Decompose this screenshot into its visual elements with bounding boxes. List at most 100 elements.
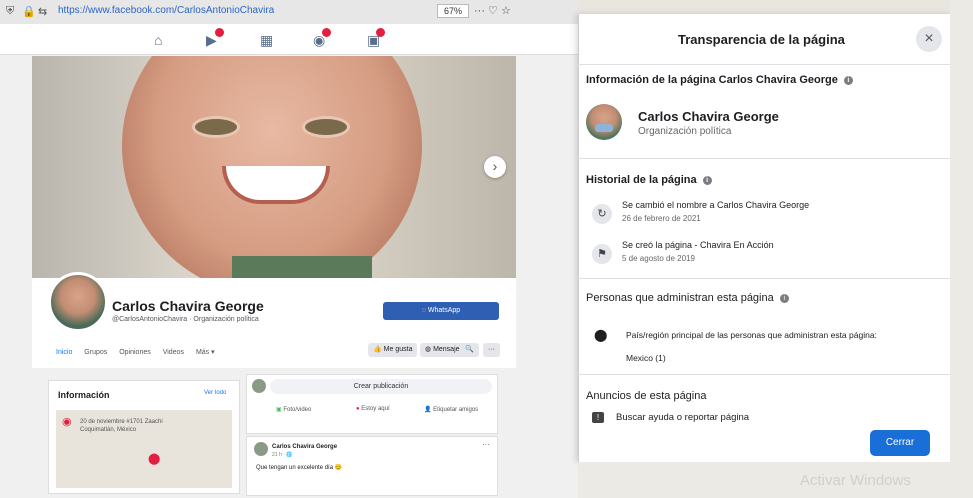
next-photo-button[interactable]: › <box>484 156 506 178</box>
create-post-input[interactable]: Crear publicación <box>270 379 492 394</box>
info-title: Información <box>58 390 110 400</box>
address-line1: 20 de noviembre #1701 Zaachi <box>80 419 163 425</box>
divider <box>578 158 950 159</box>
search-icon: 🔍 <box>465 346 474 353</box>
eye <box>192 116 240 138</box>
close-icon[interactable]: × <box>916 26 942 52</box>
tag-friends-icon: 👤 <box>424 407 434 413</box>
mouth <box>222 166 330 204</box>
tab-grupos[interactable]: Grupos <box>84 349 107 356</box>
page-info-heading-text: Información de la página Carlos Chavira … <box>586 74 838 86</box>
video-icon[interactable]: ▶ <box>206 28 224 49</box>
shirt <box>232 256 372 278</box>
tab-opiniones[interactable]: Opiniones <box>119 349 151 356</box>
page-info-heading: Información de la página Carlos Chavira … <box>586 74 853 86</box>
post-avatar <box>252 379 266 393</box>
admins-heading: Personas que administran esta página i <box>586 292 789 304</box>
more-icon: ··· <box>488 346 495 353</box>
facebook-nav: ⌂ ▶ ▦ ◉ ▣ <box>0 24 578 55</box>
message-label: Mensaje <box>433 346 460 353</box>
history-item-text: Se creó la página - Chavira En Acción <box>622 240 774 250</box>
url-bar[interactable]: ⛨ 🔒 ⇆ https://www.facebook.com/CarlosAnt… <box>0 0 578 25</box>
tab-mas[interactable]: Más ▾ <box>196 349 215 356</box>
like-button[interactable]: 👍 Me gusta <box>368 343 418 357</box>
marketplace-icon[interactable]: ▦ <box>260 32 273 49</box>
like-label: Me gusta <box>383 346 413 353</box>
face-mask <box>595 124 613 132</box>
tag-label: Etiquetar amigos <box>433 407 479 413</box>
url-text[interactable]: https://www.facebook.com/CarlosAntonioCh… <box>58 5 274 16</box>
message-button[interactable]: ◍ Mensaje <box>420 343 465 357</box>
page-category: Organización política <box>638 126 732 137</box>
thumbs-up-icon: 👍 <box>373 346 384 353</box>
address-line2: Coquimatlán, México <box>80 427 137 433</box>
divider <box>578 278 950 279</box>
whatsapp-label: WhatsApp <box>427 307 461 314</box>
location-icon: ◉ <box>62 416 72 428</box>
name-change-icon: ↻ <box>592 204 612 224</box>
eye <box>302 116 350 138</box>
gaming-icon[interactable]: ▣ <box>367 28 385 49</box>
divider <box>578 374 950 375</box>
notification-badge <box>215 28 224 37</box>
more-button[interactable]: ··· <box>483 343 500 357</box>
tab-videos[interactable]: Videos <box>163 349 184 356</box>
admins-heading-text: Personas que administran esta página <box>586 292 774 304</box>
search-button[interactable]: 🔍 <box>460 343 479 357</box>
page-name[interactable]: Carlos Chavira George <box>638 109 779 124</box>
feed-text: Que tengan un excelente día 😊 <box>256 465 343 471</box>
cover-photo[interactable]: › <box>32 56 516 278</box>
browser-tools[interactable]: ··· ♡ ☆ <box>474 4 511 17</box>
info-address: ◉ 20 de noviembre #1701 Zaachi Coquimatl… <box>62 417 163 434</box>
see-all-link[interactable]: Ver todo <box>204 390 226 396</box>
feed-avatar <box>254 442 268 456</box>
profile-subtitle: @CarlosAntonioChavira · Organización pol… <box>112 316 259 323</box>
report-link[interactable]: Buscar ayuda o reportar página <box>616 412 749 423</box>
location-label: Estoy aquí <box>361 406 390 412</box>
notification-badge <box>322 28 331 37</box>
dialog-title: Transparencia de la página <box>678 32 845 47</box>
map-pin-icon: ⬤ <box>148 453 161 465</box>
home-icon[interactable]: ⌂ <box>154 32 162 48</box>
notification-badge <box>376 28 385 37</box>
photo-video-button[interactable]: ▣ Foto/video <box>276 406 311 413</box>
profile-avatar[interactable] <box>48 272 108 332</box>
cerrar-button[interactable]: Cerrar <box>870 430 930 456</box>
history-heading: Historial de la página i <box>586 174 712 186</box>
location-pin-icon: ⬤ <box>594 328 608 342</box>
profile-name[interactable]: Carlos Chavira George <box>112 298 264 314</box>
history-item-date: 5 de agosto de 2019 <box>622 254 695 263</box>
divider <box>578 64 950 65</box>
info-icon[interactable]: i <box>779 294 789 303</box>
background-edge <box>950 0 973 498</box>
location-button[interactable]: ● Estoy aquí <box>356 406 390 412</box>
admins-text: País/región principal de las personas qu… <box>626 330 877 340</box>
windows-watermark: Activar Windows <box>800 472 911 489</box>
feed-time: 21 h · 🌐 <box>272 452 293 458</box>
page-avatar <box>586 104 622 140</box>
history-item-text: Se cambió el nombre a Carlos Chavira Geo… <box>622 200 810 210</box>
report-icon: ! <box>592 412 604 423</box>
zoom-level[interactable]: 67% <box>437 4 470 18</box>
info-icon[interactable]: i <box>702 176 712 185</box>
messenger-icon: ◍ <box>425 346 434 353</box>
permissions-icon: ⇆ <box>38 6 48 18</box>
info-icon[interactable]: i <box>843 76 853 85</box>
feed-author[interactable]: Carlos Chavira George <box>272 444 337 450</box>
cover-face <box>122 56 422 278</box>
post-options-icon[interactable]: ··· <box>482 440 490 449</box>
ads-heading: Anuncios de esta página <box>586 390 707 402</box>
shield-icon: ⛨ <box>6 5 15 17</box>
tag-friends-button[interactable]: 👤 Etiquetar amigos <box>424 406 478 413</box>
history-item-date: 26 de febrero de 2021 <box>622 214 701 223</box>
background-document <box>578 462 973 498</box>
groups-icon[interactable]: ◉ <box>313 28 331 49</box>
photo-label: Foto/video <box>283 407 312 413</box>
profile-tabs: Inicio Grupos Opiniones Videos Más ▾ <box>56 348 225 356</box>
whatsapp-button[interactable]: ◌ WhatsApp <box>383 302 499 320</box>
history-heading-text: Historial de la página <box>586 174 697 186</box>
admins-country: Mexico (1) <box>626 353 666 363</box>
tab-inicio[interactable]: Inicio <box>56 349 72 356</box>
flag-icon: ⚑ <box>592 244 612 264</box>
lock-icon: 🔒 <box>22 6 36 18</box>
